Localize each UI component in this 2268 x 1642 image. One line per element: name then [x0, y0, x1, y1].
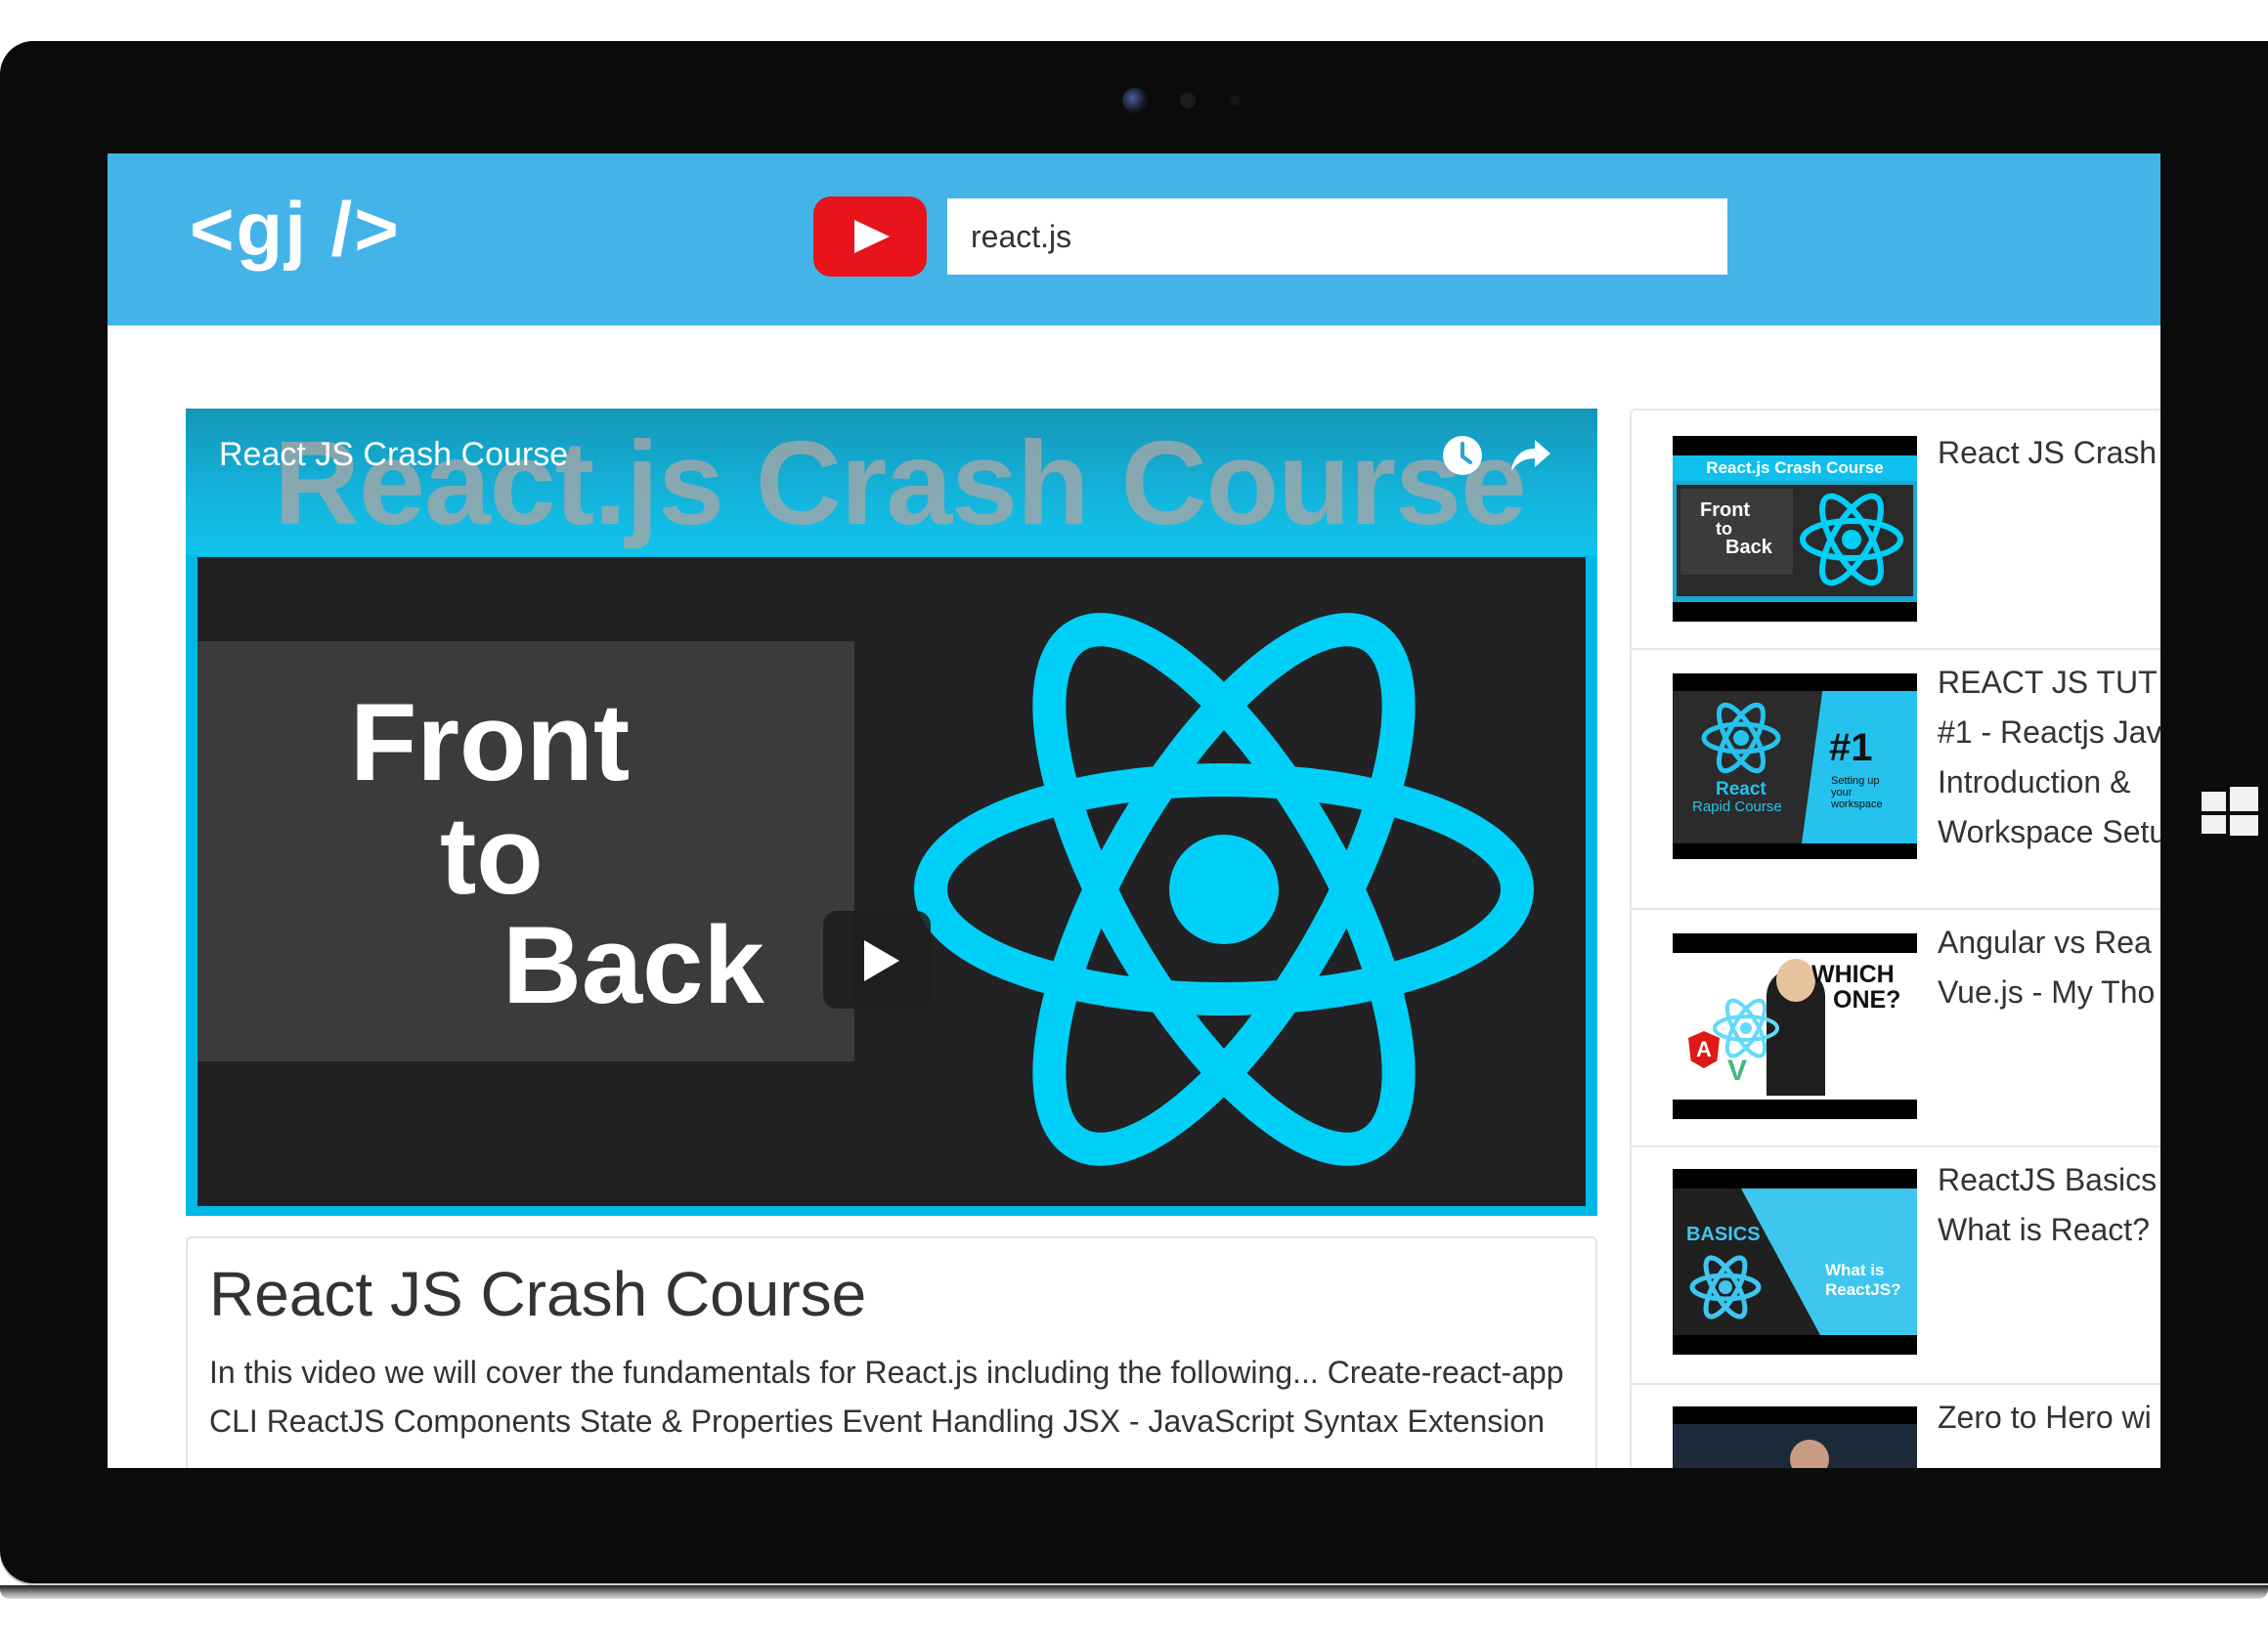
video-title: React JS Crash Course	[209, 1259, 867, 1329]
play-icon	[854, 220, 890, 253]
app-logo[interactable]: <gj />	[190, 191, 401, 267]
thumb-text: Setting up	[1831, 775, 1880, 787]
thumb-text: Front	[1700, 499, 1751, 521]
thumb-text: React	[1716, 779, 1766, 799]
video-list-item[interactable]: React.js Crash Course Front to Back Reac…	[1632, 410, 2160, 650]
camera-icon	[1122, 88, 1148, 113]
thumbnail-art: Front to Back	[197, 557, 1586, 1206]
video-list-item[interactable]: WHICH ONE? A V Angular vs Rea Vue.js - M…	[1632, 908, 2160, 1147]
thumb-text: Back	[1725, 537, 1772, 558]
video-list-title[interactable]: What is React?	[1938, 1205, 2150, 1255]
thumb-text: workspace	[1831, 799, 1883, 810]
tablet-edge	[0, 1585, 2268, 1599]
sensor-dot-icon	[1230, 96, 1240, 106]
react-logo-icon	[914, 613, 1534, 1166]
video-thumbnail[interactable]	[1673, 1406, 1917, 1468]
video-list-item[interactable]: Zero to Hero wi	[1632, 1383, 2160, 1468]
search-input[interactable]	[947, 198, 1727, 275]
thumb-text: to	[1716, 519, 1732, 539]
video-details-card: React JS Crash Course In this video we w…	[186, 1236, 1597, 1468]
video-list-title[interactable]: Vue.js - My Tho	[1938, 968, 2155, 1017]
thumb-text: ONE?	[1833, 986, 1901, 1014]
thumbnail-line: to	[440, 795, 544, 917]
video-list-item[interactable]: React Rapid Course #1 Setting up your wo…	[1632, 648, 2160, 910]
thumb-text: ReactJS?	[1825, 1280, 1901, 1299]
front-to-back-box: Front to Back	[197, 641, 854, 1061]
video-player[interactable]: React.js Crash Course React JS Crash Cou…	[186, 409, 1597, 1216]
sensor-icon	[1180, 93, 1196, 108]
video-list-title[interactable]: Zero to Hero wi	[1938, 1393, 2152, 1443]
video-list-item[interactable]: BASICS What is ReactJS? ReactJS Basics W…	[1632, 1145, 2160, 1385]
thumb-text: #1	[1829, 726, 1873, 769]
video-list-title[interactable]: React JS Crash	[1938, 428, 2157, 478]
react-logo-icon	[1713, 998, 1779, 1059]
play-button[interactable]	[823, 911, 931, 1009]
video-list-title[interactable]: #1 - Reactjs Jav	[1938, 708, 2160, 757]
video-list-title[interactable]: Angular vs Rea	[1938, 918, 2152, 968]
top-bar: <gj />	[108, 153, 2160, 325]
thumbnail-line: Front	[350, 681, 631, 803]
video-thumbnail[interactable]: React.js Crash Course Front to Back	[1673, 436, 1917, 622]
react-logo-icon	[1800, 493, 1903, 586]
thumb-text: your	[1831, 787, 1853, 799]
thumb-text: React.js Crash Course	[1673, 455, 1917, 481]
react-logo-icon	[1701, 702, 1781, 774]
video-list: React.js Crash Course Front to Back Reac…	[1630, 409, 2160, 1468]
app-screen: <gj /> React.js Crash Course React JS Cr…	[108, 153, 2160, 1468]
video-description: In this video we will cover the fundamen…	[209, 1355, 1564, 1439]
video-thumbnail[interactable]: React Rapid Course #1 Setting up your wo…	[1673, 673, 1917, 859]
thumbnail-heading: React.js Crash Course	[274, 416, 1527, 549]
play-icon	[864, 940, 899, 981]
thumb-text: BASICS	[1686, 1224, 1761, 1245]
react-logo-icon	[1689, 1255, 1762, 1319]
thumb-text: Rapid Course	[1692, 799, 1782, 815]
video-list-title[interactable]: Introduction &	[1938, 757, 2130, 807]
windows-logo-icon[interactable]	[2202, 787, 2258, 836]
thumbnail-banner: React.js Crash Course	[186, 409, 1597, 555]
watch-later-icon[interactable]	[1441, 434, 1484, 477]
player-overlay-title[interactable]: React JS Crash Course	[219, 436, 568, 474]
video-thumbnail[interactable]: WHICH ONE? A V	[1673, 933, 1917, 1119]
video-list-title[interactable]: ReactJS Basics	[1938, 1155, 2157, 1205]
video-list-title[interactable]: Workspace Setu	[1938, 807, 2160, 857]
share-icon[interactable]	[1507, 436, 1552, 475]
video-list-title[interactable]: REACT JS TUT	[1938, 658, 2158, 708]
thumbnail-line: Back	[502, 904, 764, 1026]
video-thumbnail[interactable]: BASICS What is ReactJS?	[1673, 1169, 1917, 1355]
youtube-search-button[interactable]	[813, 196, 927, 277]
thumb-text: WHICH	[1811, 961, 1895, 988]
thumb-text: What is	[1825, 1261, 1885, 1279]
